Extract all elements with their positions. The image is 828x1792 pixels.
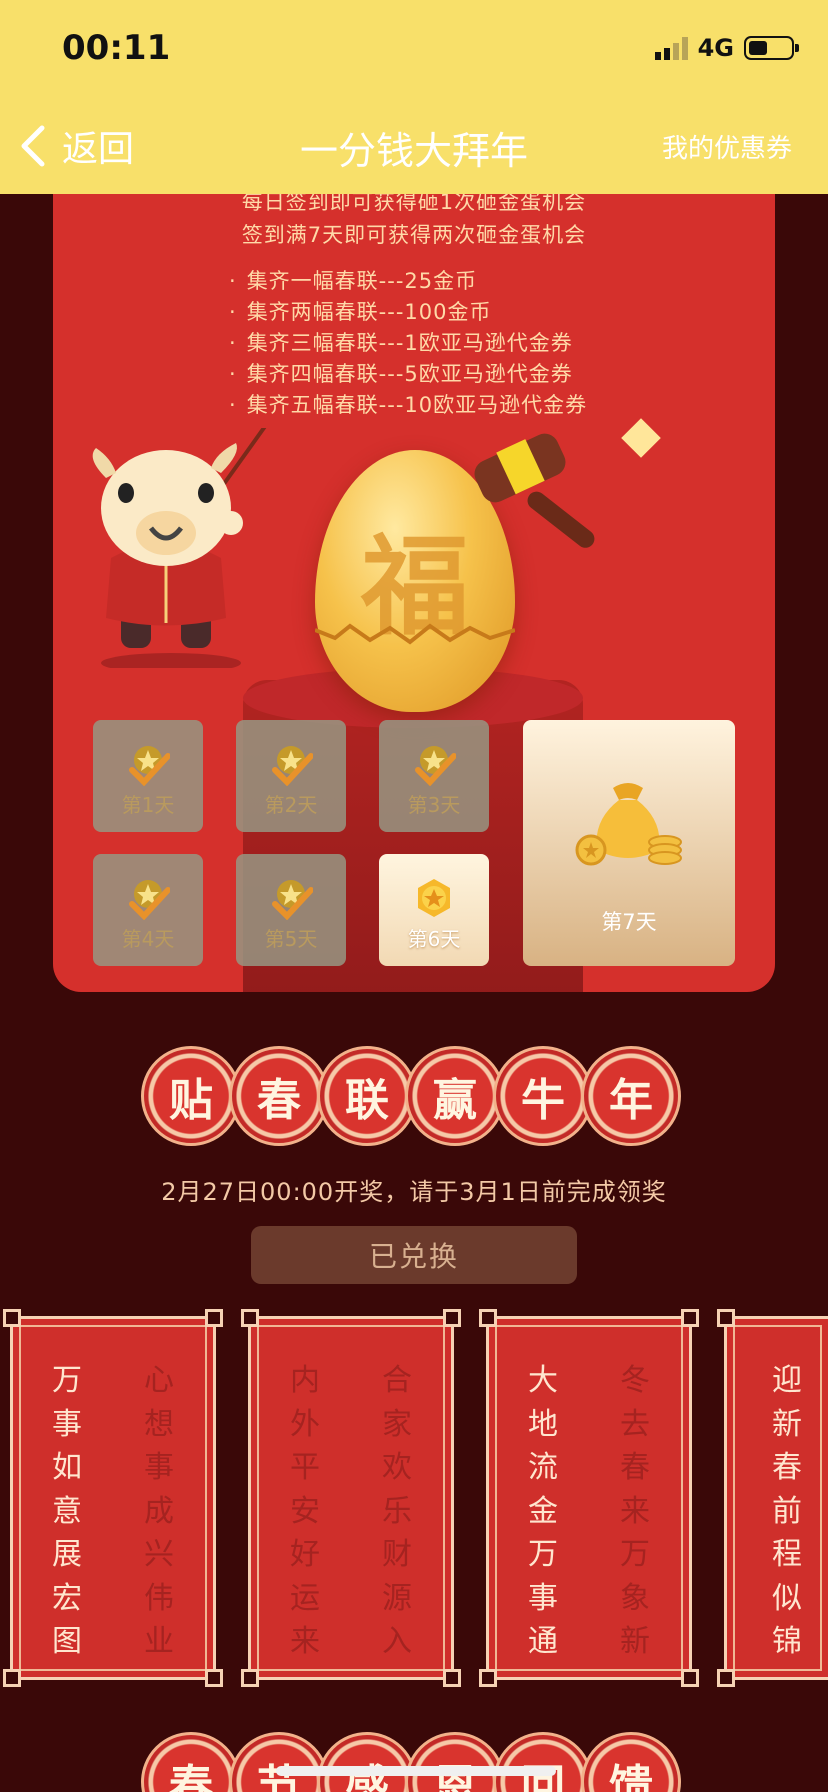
- day-1-tile[interactable]: 第1天: [93, 720, 203, 832]
- day-2-tile[interactable]: 第2天: [236, 720, 346, 832]
- gold-medal-icon: [418, 879, 450, 917]
- reward-item: 集齐五幅春联---10欧亚马逊代金券: [229, 390, 775, 421]
- day-5-tile[interactable]: 第5天: [236, 854, 346, 966]
- headline-char: 年: [581, 1046, 681, 1146]
- couplet-left-line: 内外平安好运来: [290, 1363, 320, 1659]
- draw-notice: 2月27日00:00开奖，请于3月1日前完成领奖: [161, 1178, 667, 1206]
- back-label: 返回: [62, 129, 135, 170]
- signal-icon: [654, 36, 688, 60]
- headline-char: 联: [317, 1046, 417, 1146]
- status-time: 00:11: [62, 28, 171, 68]
- day-6-tile[interactable]: 第6天: [379, 854, 489, 966]
- status-icons: 4G: [654, 34, 799, 62]
- day-7-reward-tile[interactable]: 第7天: [523, 720, 735, 966]
- couplet-card-1[interactable]: 万事如意展宏图 心想事成兴伟业: [3, 1309, 223, 1687]
- redeemed-button[interactable]: 已兑换: [251, 1226, 577, 1284]
- day-label: 第5天: [264, 927, 318, 951]
- headline-char: 赢: [405, 1046, 505, 1146]
- headline-char: 回: [493, 1732, 593, 1792]
- sparkle-icon: [621, 418, 661, 458]
- headline-circles: 贴 春 联 赢 牛 年: [141, 1046, 681, 1146]
- bottom-headline-circles: 春 节 感 恩 回 馈: [141, 1732, 681, 1792]
- headline-char: 节: [229, 1732, 329, 1792]
- my-coupons-link[interactable]: 我的优惠券: [662, 128, 792, 165]
- couplet-left-line: 万事如意展宏图: [52, 1363, 82, 1659]
- rules-text: 每日签到即可获得砸1次砸金蛋机会 签到满7天即可获得两次砸金蛋机会 集齐一幅春联…: [53, 186, 775, 421]
- battery-icon: [744, 36, 799, 60]
- day-label: 第4天: [121, 927, 175, 951]
- couplet-left-line: 大地流金万事通: [528, 1363, 558, 1659]
- headline-char: 春: [229, 1046, 329, 1146]
- day-label: 第6天: [407, 927, 461, 951]
- headline-char: 春: [141, 1732, 241, 1792]
- couplet-right-line: 冬去春来万象新: [620, 1363, 650, 1659]
- day-label: 第2天: [264, 793, 318, 817]
- checked-medal-icon: [129, 746, 170, 786]
- day-4-tile[interactable]: 第4天: [93, 854, 203, 966]
- headline-char: 恩: [405, 1732, 505, 1792]
- back-button[interactable]: 返回: [18, 120, 134, 172]
- couplet-right-line: 合家欢乐财源入: [382, 1363, 412, 1659]
- couplet-card-4[interactable]: 迎新春前程似锦: [717, 1309, 828, 1687]
- chevron-left-icon: [21, 125, 45, 167]
- headline-char: 贴: [141, 1046, 241, 1146]
- reward-item: 集齐四幅春联---5欧亚马逊代金券: [229, 359, 775, 390]
- rule-line: 签到满7天即可获得两次砸金蛋机会: [241, 223, 587, 247]
- ox-mascot-icon: [92, 428, 267, 668]
- couplet-left-line: 迎新春前程似锦: [772, 1363, 802, 1659]
- reward-item: 集齐两幅春联---100金币: [229, 297, 775, 328]
- egg-crack: [315, 623, 515, 645]
- home-indicator[interactable]: [276, 1766, 556, 1776]
- hammer-icon: [474, 433, 595, 548]
- checked-medal-icon: [272, 880, 313, 920]
- headline-char: 感: [317, 1732, 417, 1792]
- reward-list: 集齐一幅春联---25金币 集齐两幅春联---100金币 集齐三幅春联---1欧…: [53, 266, 775, 421]
- checked-medal-icon: [415, 746, 456, 786]
- day-label: 第1天: [121, 793, 175, 817]
- day-label: 第3天: [407, 793, 461, 817]
- couplet-card-3[interactable]: 大地流金万事通 冬去春来万象新: [479, 1309, 699, 1687]
- reward-item: 集齐一幅春联---25金币: [229, 266, 775, 297]
- couplet-right-line: 心想事成兴伟业: [144, 1363, 174, 1659]
- headline-char: 牛: [493, 1046, 593, 1146]
- couplet-card-2[interactable]: 内外平安好运来 合家欢乐财源入: [241, 1309, 461, 1687]
- top-bar: 00:11 4G 返回 一分钱大拜年 我的优惠券: [0, 0, 828, 194]
- headline-char: 馈: [581, 1732, 681, 1792]
- money-bag-icon: [575, 783, 682, 866]
- checked-medal-icon: [272, 746, 313, 786]
- reward-item: 集齐三幅春联---1欧亚马逊代金券: [229, 328, 775, 359]
- checked-medal-icon: [129, 880, 170, 920]
- network-label: 4G: [697, 34, 734, 62]
- checkin-card: 每日签到即可获得砸1次砸金蛋机会 签到满7天即可获得两次砸金蛋机会 集齐一幅春联…: [53, 160, 775, 992]
- day-label: 第7天: [601, 910, 657, 934]
- day-3-tile[interactable]: 第3天: [379, 720, 489, 832]
